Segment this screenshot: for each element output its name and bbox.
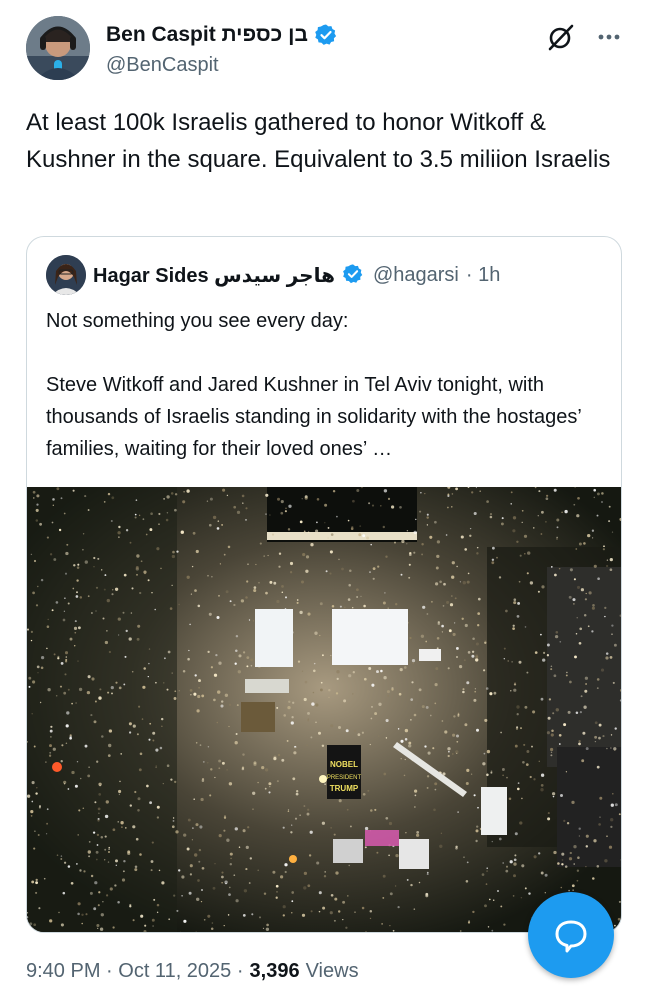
quoted-tweet-image[interactable]: NOBEL PRESIDENT TRUMP (27, 487, 621, 932)
views-count: 3,396 (249, 960, 300, 982)
quoted-tweet-header: Hagar Sides هاجر سيدس @hagarsi · 1h (46, 255, 500, 295)
quoted-tweet-card[interactable]: Hagar Sides هاجر سيدس @hagarsi · 1h Not … (26, 236, 622, 933)
tweet-detail-page: Ben Caspit בן כספית @BenCaspit At least … (0, 0, 648, 1000)
compose-button[interactable] (528, 892, 614, 978)
verified-badge-icon (342, 263, 366, 287)
quoted-author-name: Hagar Sides هاجر سيدس (93, 264, 335, 287)
tweet-metadata: 9:40 PM · Oct 11, 2025 · 3,396 Views (26, 960, 359, 983)
nobel-banner-text-3: TRUMP (330, 784, 359, 793)
quoted-author-handle: @hagarsi (372, 263, 459, 286)
quoted-tweet-age: · 1h (465, 263, 501, 286)
author-avatar[interactable] (26, 16, 90, 80)
quoted-tweet-text: Not something you see every day: Steve W… (46, 310, 582, 460)
nobel-banner-text-1: NOBEL (330, 760, 358, 769)
views-label: Views (305, 960, 359, 982)
chat-bubble-icon (555, 920, 587, 953)
quoted-author-avatar (46, 255, 86, 295)
grok-icon[interactable] (546, 22, 576, 52)
tweet-timestamp[interactable]: 9:40 PM · Oct 11, 2025 · (26, 960, 244, 983)
more-icon[interactable] (594, 22, 624, 52)
author-handle[interactable]: @BenCaspit (106, 54, 219, 77)
author-name-row[interactable]: Ben Caspit בן כספית (106, 23, 338, 47)
nobel-banner-text-2: PRESIDENT (327, 775, 362, 781)
tweet-text: At least 100k Israelis gathered to honor… (26, 109, 611, 173)
tweet-header: Ben Caspit בן כספית @BenCaspit (26, 14, 626, 84)
author-name[interactable]: Ben Caspit בן כספית (106, 23, 308, 47)
verified-badge-icon (314, 23, 338, 47)
